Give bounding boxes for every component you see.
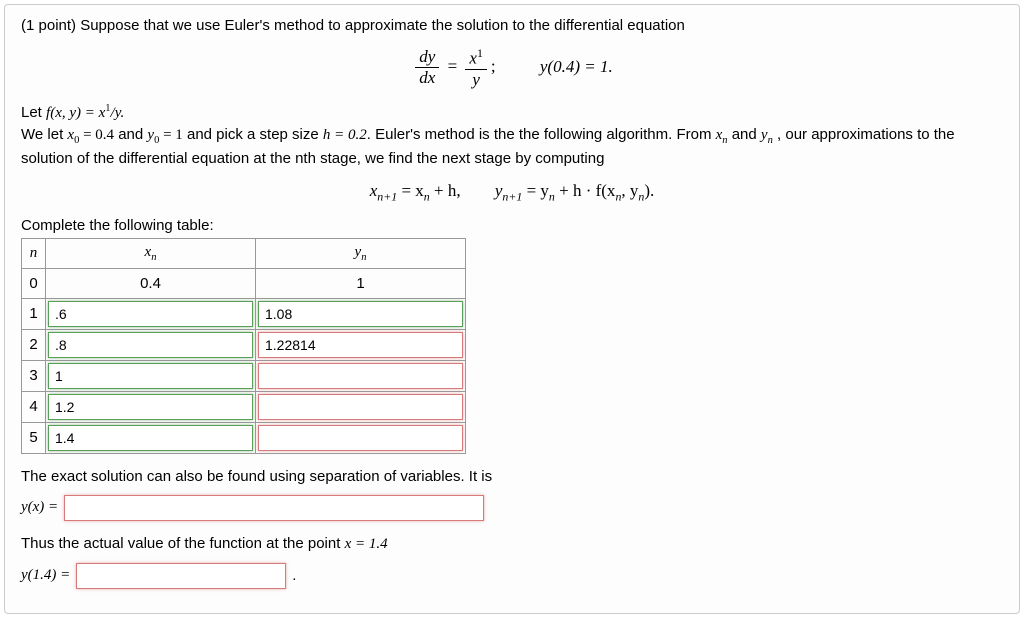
cell-n: 3: [22, 360, 46, 391]
cell-yn: [256, 298, 466, 329]
table-row: 1: [22, 298, 466, 329]
cell-yn-static: 1: [256, 268, 466, 298]
yx-input[interactable]: [64, 495, 484, 521]
let-paragraph: Let f(x, y) = x1/y. We let x0 = 0.4 and …: [21, 102, 1003, 170]
cell-n: 4: [22, 391, 46, 422]
cell-n: 0: [22, 268, 46, 298]
y14-answer-line: y(1.4) = .: [21, 563, 1003, 589]
table-label: Complete the following table:: [21, 217, 1003, 234]
period: .: [292, 567, 296, 584]
dx: dx: [415, 68, 439, 88]
cell-n: 5: [22, 422, 46, 453]
header-xn: xn: [46, 238, 256, 268]
yx-label: y(x) =: [21, 499, 58, 516]
yn-input[interactable]: [258, 363, 463, 389]
cell-xn: [46, 422, 256, 453]
yn-input[interactable]: [258, 394, 463, 420]
cell-yn: [256, 391, 466, 422]
exact-solution-text: The exact solution can also be found usi…: [21, 466, 1003, 487]
y14-label: y(1.4) =: [21, 567, 70, 584]
xn-input[interactable]: [48, 332, 253, 358]
intro-text: (1 point) Suppose that we use Euler's me…: [21, 17, 1003, 34]
cell-yn: [256, 360, 466, 391]
cell-xn: [46, 360, 256, 391]
yx-answer-line: y(x) =: [21, 495, 1003, 521]
yn-input[interactable]: [258, 425, 463, 451]
cell-xn: [46, 391, 256, 422]
xn-input[interactable]: [48, 394, 253, 420]
cell-n: 1: [22, 298, 46, 329]
cell-n: 2: [22, 329, 46, 360]
xn-input[interactable]: [48, 301, 253, 327]
table-row: 3: [22, 360, 466, 391]
cell-xn: [46, 298, 256, 329]
actual-value-text: Thus the actual value of the function at…: [21, 533, 1003, 555]
problem-container: (1 point) Suppose that we use Euler's me…: [4, 4, 1020, 614]
y14-input[interactable]: [76, 563, 286, 589]
cell-xn-static: 0.4: [46, 268, 256, 298]
dy: dy: [415, 47, 439, 68]
euler-table: n xn yn 00.4112345: [21, 238, 466, 454]
yn-input[interactable]: [258, 301, 463, 327]
differential-equation: dy dx = x1 y ; y(0.4) = 1.: [21, 46, 1003, 90]
cell-yn: [256, 329, 466, 360]
yn-input[interactable]: [258, 332, 463, 358]
header-n: n: [22, 238, 46, 268]
table-row: 2: [22, 329, 466, 360]
table-row: 00.41: [22, 268, 466, 298]
cell-xn: [46, 329, 256, 360]
table-row: 5: [22, 422, 466, 453]
table-row: 4: [22, 391, 466, 422]
header-yn: yn: [256, 238, 466, 268]
xn-input[interactable]: [48, 363, 253, 389]
algorithm-equation: xn+1 = xn + h, yn+1 = yn + h · f(xn, yn)…: [21, 181, 1003, 204]
xn-input[interactable]: [48, 425, 253, 451]
cell-yn: [256, 422, 466, 453]
initial-condition: y(0.4) = 1.: [540, 57, 613, 76]
